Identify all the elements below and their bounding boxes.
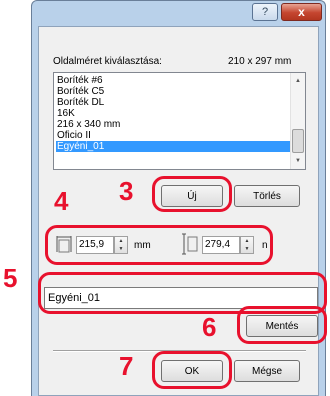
scroll-thumb[interactable]	[292, 129, 304, 153]
step-number-5: 5	[3, 263, 18, 293]
spin-down-icon[interactable]: ▼	[115, 245, 127, 253]
list-item[interactable]: Boríték DL	[56, 97, 290, 108]
width-unit-label: mm	[134, 240, 151, 251]
list-item[interactable]: Oficio II	[56, 130, 290, 141]
spin-up-icon[interactable]: ▲	[241, 237, 253, 245]
window-title-blurred	[42, 6, 172, 18]
name-input[interactable]: Egyéni_01	[44, 287, 318, 309]
height-spinner[interactable]: ▲ ▼	[240, 236, 254, 254]
list-item[interactable]: 216 x 340 mm	[56, 119, 290, 130]
list-item[interactable]: Boríték C5	[56, 86, 290, 97]
page-size-listbox[interactable]: Boríték #6 Boríték C5 Boríték DL 16K 216…	[53, 72, 306, 170]
list-item-selected[interactable]: Egyéni_01	[56, 141, 290, 152]
spin-up-icon[interactable]: ▲	[115, 237, 127, 245]
width-dimension-icon	[56, 236, 72, 253]
separator	[53, 350, 306, 352]
list-item[interactable]: 16K	[56, 108, 290, 119]
step-number-6: 6	[202, 312, 217, 342]
close-button[interactable]: x	[281, 3, 322, 21]
ok-button[interactable]: OK	[161, 360, 223, 382]
new-button[interactable]: Új	[161, 185, 223, 207]
scroll-up-arrow-icon[interactable]: ▲	[291, 74, 305, 88]
step-number-3: 3	[119, 176, 134, 206]
height-dimension-icon	[182, 233, 198, 255]
cancel-button[interactable]: Mégse	[234, 360, 300, 382]
delete-button[interactable]: Törlés	[234, 185, 300, 207]
help-button[interactable]: ?	[252, 3, 278, 21]
step-number-7: 7	[119, 351, 134, 381]
list-scrollbar[interactable]: ▲ ▼	[290, 73, 305, 169]
save-button[interactable]: Mentés	[246, 315, 318, 337]
spin-down-icon[interactable]: ▼	[241, 245, 253, 253]
width-input[interactable]: 215,9	[76, 236, 114, 254]
page-size-value: 210 x 297 mm	[228, 56, 292, 67]
width-spinner[interactable]: ▲ ▼	[114, 236, 128, 254]
scroll-down-arrow-icon[interactable]: ▼	[291, 154, 305, 168]
page-size-label: Oldalméret kiválasztása:	[53, 56, 162, 67]
height-unit-label: n	[262, 240, 268, 251]
list-item[interactable]: Boríték #6	[56, 75, 290, 86]
step-number-4: 4	[54, 186, 69, 216]
height-input[interactable]: 279,4	[202, 236, 240, 254]
